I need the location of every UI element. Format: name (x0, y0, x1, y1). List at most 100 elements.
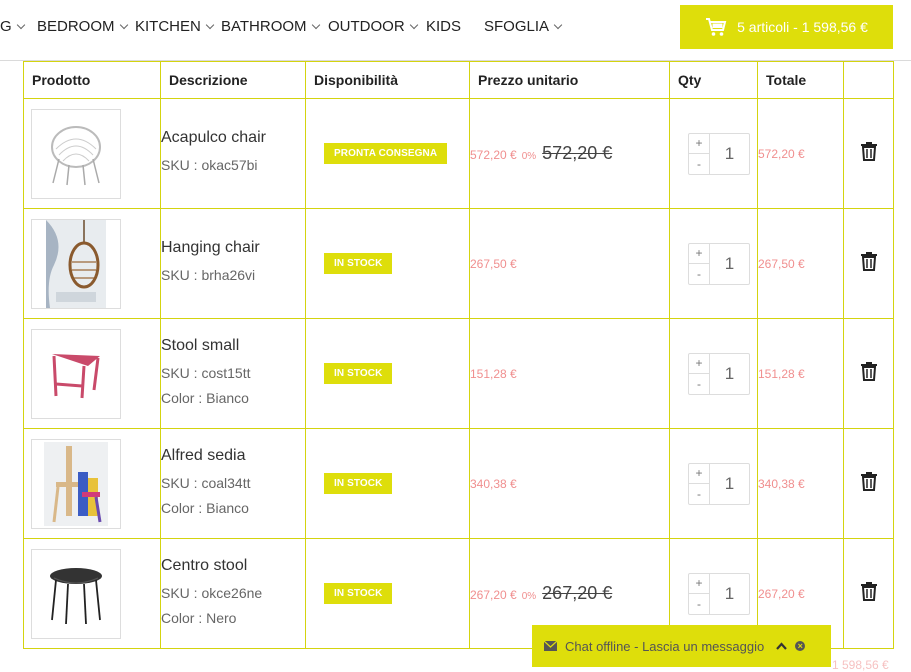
nav-item-outdoor[interactable]: OUTDOOR (328, 18, 418, 35)
qty-input[interactable]: 1 (710, 244, 749, 284)
chevron-down-icon (205, 20, 215, 30)
chevron-down-icon (311, 20, 320, 30)
delete-button[interactable] (843, 318, 894, 429)
cart-grand-total: 1 598,56 € (832, 658, 889, 672)
product-image-centro-stool[interactable] (31, 548, 121, 639)
unit-price: 151,28 € (470, 366, 517, 381)
qty-decrease-button[interactable]: - (689, 484, 709, 504)
qty-increase-button[interactable]: + (689, 134, 709, 154)
close-icon[interactable]: × (795, 641, 806, 651)
hanging-chair-image (46, 219, 106, 308)
delete-button[interactable] (843, 98, 894, 209)
header-disponibilita: Disponibilità (305, 61, 470, 99)
table-header: Prodotto Descrizione Disponibilità Prezz… (23, 61, 894, 99)
cart-button[interactable]: 5 articoli - 1 598,56 € (680, 5, 893, 49)
black-stool-image (50, 567, 102, 624)
row-total: 340,38 € (757, 428, 844, 539)
nav-item-partial[interactable]: G (0, 18, 25, 35)
availability-badge: IN STOCK (324, 253, 393, 274)
discount-percent: 0% (521, 151, 537, 162)
quantity-stepper[interactable]: + - 1 (688, 352, 750, 395)
product-name[interactable]: Centro stool (161, 557, 305, 575)
table-row: Hanging chair SKU : brha26vi IN STOCK 26… (23, 208, 894, 319)
quantity-stepper[interactable]: + - 1 (688, 242, 750, 285)
envelope-icon (544, 641, 557, 651)
cart-summary: 5 articoli - 1 598,56 € (737, 19, 868, 35)
delete-button[interactable] (843, 538, 894, 649)
qty-input[interactable]: 1 (710, 354, 749, 394)
unit-price: 267,20 € (470, 588, 517, 602)
product-sku: SKU : cost15tt (161, 364, 251, 381)
trash-icon (860, 362, 877, 381)
row-total: 572,20 € (757, 98, 844, 209)
product-name[interactable]: Stool small (161, 337, 305, 355)
product-image-hanging-chair[interactable] (31, 218, 121, 309)
qty-decrease-button[interactable]: - (689, 264, 709, 284)
nav-item-sfoglia[interactable]: SFOGLIA (484, 18, 563, 35)
product-image-stool-small[interactable] (31, 328, 121, 419)
chat-label: Chat offline - Lascia un messaggio (565, 638, 765, 654)
quantity-stepper[interactable]: + - 1 (688, 572, 750, 615)
trash-icon (860, 472, 877, 491)
qty-input[interactable]: 1 (710, 574, 749, 614)
product-sku: SKU : okce26ne (161, 584, 263, 601)
delete-button[interactable] (843, 208, 894, 319)
availability-badge: IN STOCK (324, 363, 393, 384)
qty-increase-button[interactable]: + (689, 244, 709, 264)
product-color: Color : Bianco (161, 499, 249, 516)
quantity-stepper[interactable]: + - 1 (688, 462, 750, 505)
qty-decrease-button[interactable]: - (689, 154, 709, 174)
old-price: 267,20 € (542, 583, 613, 603)
availability-badge: IN STOCK (324, 583, 393, 604)
chevron-up-icon[interactable] (776, 642, 788, 650)
product-color: Color : Nero (161, 609, 237, 626)
header-actions (843, 61, 894, 99)
product-name[interactable]: Alfred sedia (161, 447, 305, 465)
cart-icon (706, 18, 727, 36)
product-sku: SKU : brha26vi (161, 267, 256, 283)
trash-icon (860, 252, 877, 271)
nav-item-bedroom[interactable]: BEDROOM (37, 18, 128, 35)
nav-item-bathroom[interactable]: BATHROOM (221, 18, 320, 35)
product-image-acapulco-chair[interactable] (31, 108, 121, 199)
table-row: Alfred sedia SKU : coal34tt Color : Bian… (23, 428, 894, 539)
qty-increase-button[interactable]: + (689, 464, 709, 484)
header-prezzo-unitario: Prezzo unitario (469, 61, 670, 99)
header-qty: Qty (669, 61, 758, 99)
nav-item-kitchen[interactable]: KITCHEN (135, 18, 215, 35)
chevron-down-icon (409, 20, 418, 30)
header-totale: Totale (757, 61, 844, 99)
row-total: 267,50 € (757, 208, 844, 319)
product-image-alfred-sedia[interactable] (31, 438, 121, 529)
product-sku: SKU : coal34tt (161, 474, 251, 491)
chevron-down-icon (16, 20, 25, 30)
row-total: 151,28 € (757, 318, 844, 429)
discount-percent: 0% (521, 591, 537, 602)
qty-increase-button[interactable]: + (689, 574, 709, 594)
header-prodotto: Prodotto (23, 61, 161, 99)
product-name[interactable]: Acapulco chair (161, 129, 305, 147)
cart-table: Prodotto Descrizione Disponibilità Prezz… (23, 61, 894, 649)
main-nav: G BEDROOM KITCHEN BATHROOM OUTDOOR KIDS … (0, 0, 911, 61)
qty-input[interactable]: 1 (710, 134, 749, 174)
chevron-down-icon (553, 20, 563, 30)
unit-price: 267,50 € (470, 256, 517, 271)
qty-decrease-button[interactable]: - (689, 594, 709, 614)
nav-item-kids[interactable]: KIDS (426, 18, 461, 35)
old-price: 572,20 € (542, 143, 613, 163)
trash-icon (860, 142, 877, 161)
qty-increase-button[interactable]: + (689, 354, 709, 374)
product-name[interactable]: Hanging chair (161, 239, 305, 257)
qty-decrease-button[interactable]: - (689, 374, 709, 394)
quantity-stepper[interactable]: + - 1 (688, 132, 750, 175)
chat-widget[interactable]: Chat offline - Lascia un messaggio × (532, 625, 831, 667)
delete-button[interactable] (843, 428, 894, 539)
chair-image (51, 125, 101, 185)
table-row: Acapulco chair SKU : okac57bi PRONTA CON… (23, 98, 894, 209)
qty-input[interactable]: 1 (710, 464, 749, 504)
stool-image (52, 353, 100, 398)
product-color: Color : Bianco (161, 389, 249, 406)
chevron-down-icon (119, 20, 128, 30)
availability-badge: PRONTA CONSEGNA (324, 143, 448, 164)
product-sku: SKU : okac57bi (161, 157, 258, 173)
